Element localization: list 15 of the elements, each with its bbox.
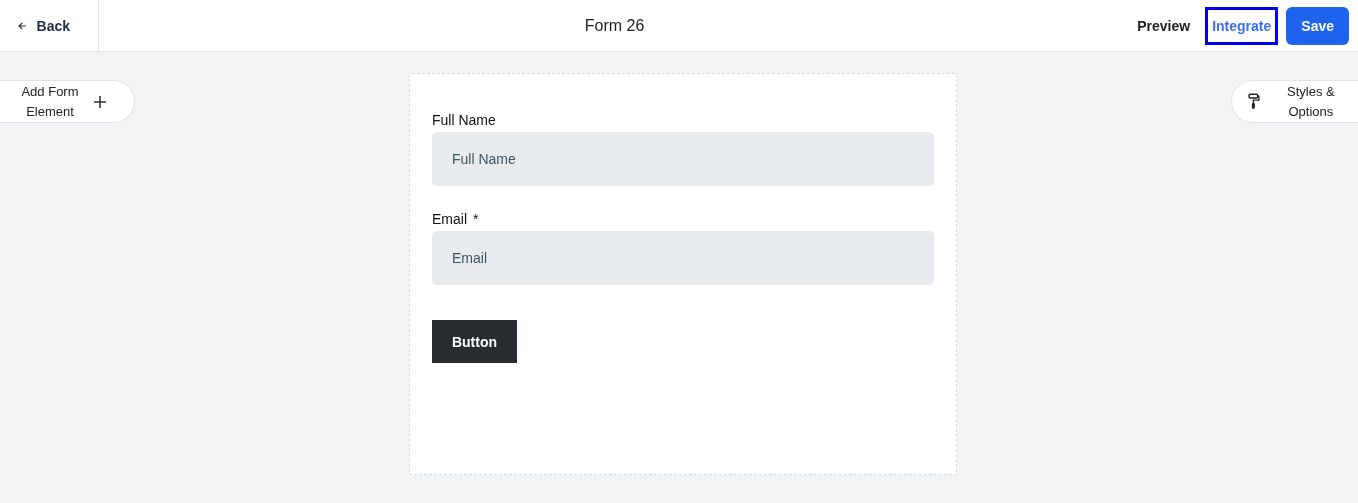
input-field[interactable]: Full Name	[432, 132, 934, 186]
save-button[interactable]: Save	[1286, 6, 1349, 45]
back-button[interactable]: Back	[0, 0, 99, 51]
add-element-button[interactable]: Add Form Element	[0, 80, 135, 123]
input-field[interactable]: Email	[432, 231, 934, 285]
field-label: Email	[432, 211, 467, 227]
required-mark: *	[473, 211, 479, 227]
field-label: Full Name	[432, 112, 496, 128]
styles-options-button[interactable]: Styles & Options	[1231, 80, 1358, 123]
form-title: Form 26	[583, 16, 646, 35]
header-link[interactable]: Preview	[1130, 6, 1198, 45]
submit-button[interactable]: Button	[432, 320, 517, 363]
plus-icon	[94, 95, 106, 108]
header-link[interactable]: Integrate	[1205, 6, 1279, 45]
paint-roller-icon	[1248, 93, 1260, 110]
